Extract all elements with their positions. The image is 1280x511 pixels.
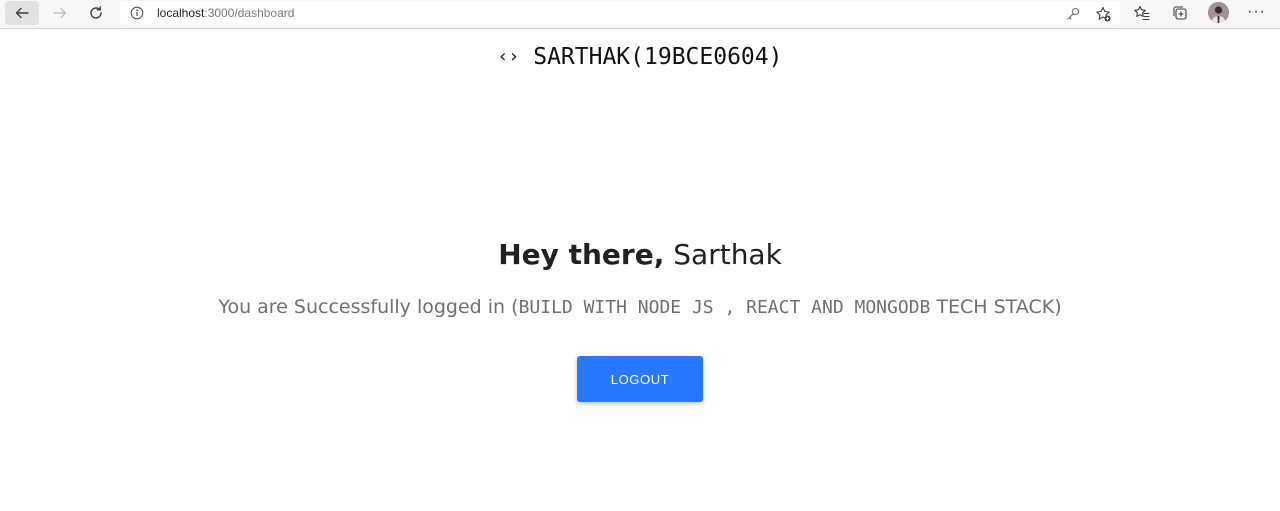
refresh-icon	[90, 6, 102, 19]
reload-button[interactable]	[79, 1, 113, 25]
add-favorite-icon[interactable]	[1095, 6, 1111, 22]
site-title: ‹› SARTHAK(19BCE0604)	[0, 42, 1280, 72]
profile-avatar[interactable]	[1208, 2, 1229, 23]
arrow-left-icon	[15, 7, 29, 19]
favorites-icon[interactable]	[1133, 4, 1151, 22]
url-host: localhost	[157, 6, 205, 20]
code-icon: ‹›	[497, 46, 520, 67]
url-path: :3000/dashboard	[204, 6, 295, 20]
back-button[interactable]	[5, 1, 39, 25]
url-text[interactable]: localhost:3000/dashboard	[157, 6, 294, 20]
address-bar[interactable]: localhost:3000/dashboard	[120, 1, 1120, 25]
site-title-text: SARTHAK(19BCE0604)	[533, 44, 783, 70]
logout-button[interactable]: LOGOUT	[577, 356, 703, 402]
login-status-message: You are Successfully logged in (BUILD WI…	[0, 293, 1280, 322]
greeting-lead: Hey there,	[498, 238, 665, 271]
message-stack: BUILD WITH NODE JS , REACT AND MONGODB	[518, 297, 931, 318]
greeting-heading: Hey there, Sarthak	[0, 236, 1280, 274]
more-menu-button[interactable]: ···	[1247, 3, 1267, 21]
browser-toolbar: localhost:3000/dashboard ···	[0, 0, 1280, 29]
forward-button[interactable]	[43, 1, 77, 25]
message-suffix: TECH STACK)	[930, 296, 1062, 318]
collections-icon[interactable]	[1171, 4, 1189, 22]
message-prefix: You are Successfully logged in (	[218, 296, 519, 318]
key-icon[interactable]	[1065, 6, 1081, 22]
info-icon[interactable]	[130, 6, 144, 20]
profile-photo-icon	[1208, 2, 1229, 23]
greeting-name: Sarthak	[673, 238, 782, 271]
arrow-right-icon	[53, 7, 67, 19]
